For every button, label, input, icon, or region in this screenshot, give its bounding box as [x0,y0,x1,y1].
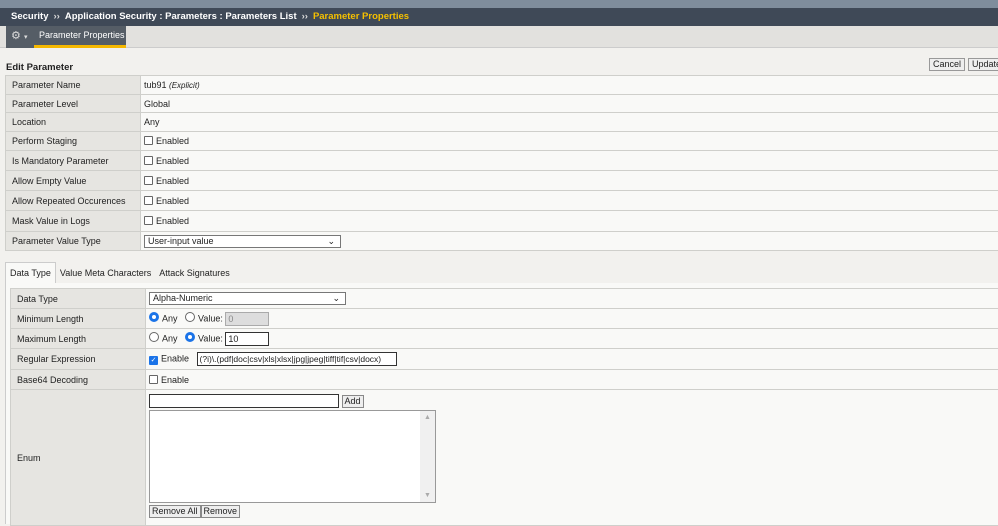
data-type-table: Data TypeAlpha-Numeric⌄ Minimum Length An… [10,288,998,526]
staging-checkbox[interactable] [144,136,153,145]
mask-label: Mask Value in Logs [6,211,141,232]
enabled-label: Enabled [156,156,189,166]
enabled-label: Enabled [156,136,189,146]
max-length-input[interactable]: 10 [225,332,269,346]
enabled-label: Enabled [156,176,189,186]
top-strip [0,0,998,8]
tab-parameter-properties[interactable]: Parameter Properties [34,26,126,48]
min-length-input[interactable]: 0 [225,312,269,326]
breadcrumb: Security››Application Security : Paramet… [0,8,998,26]
breadcrumb-current: Parameter Properties [313,11,409,22]
value-type-label: Parameter Value Type [6,232,141,251]
max-length-label: Maximum Length [11,329,146,349]
value-label: Value: [198,313,223,323]
empty-value-label: Allow Empty Value [6,171,141,191]
repeated-label: Allow Repeated Occurences [6,191,141,211]
mask-checkbox[interactable] [144,216,153,225]
max-any-radio[interactable] [149,332,159,342]
enum-input[interactable] [149,394,339,408]
enabled-label: Enabled [156,216,189,226]
parameter-level-label: Parameter Level [6,95,141,113]
breadcrumb-security[interactable]: Security [11,11,49,22]
tab-value-meta-characters[interactable]: Value Meta Characters [56,263,155,285]
scroll-up-icon[interactable]: ▲ [420,414,435,421]
data-type-label: Data Type [11,289,146,309]
value-label: Value: [198,333,223,343]
scroll-down-icon[interactable]: ▼ [420,492,435,499]
parameter-level-value: Global [141,95,998,113]
location-value: Any [141,113,998,132]
location-label: Location [6,113,141,132]
chevron-down-icon: ⌄ [327,236,335,247]
min-any-radio[interactable] [149,312,159,322]
tab-attack-signatures[interactable]: Attack Signatures [155,263,234,285]
data-type-select[interactable]: Alpha-Numeric⌄ [149,292,346,305]
tab-data-type[interactable]: Data Type [5,262,56,284]
regex-input[interactable]: (?i)\.(pdf|doc|csv|xls|xlsx|jpg|jpeg|tif… [197,352,397,366]
chevron-down-icon: ▾ [24,34,28,41]
any-label: Any [162,313,178,323]
enabled-label: Enabled [156,196,189,206]
chevron-down-icon: ⌄ [332,293,340,304]
tab-bar: ⚙ ▾ Parameter Properties [0,26,998,48]
enum-list[interactable]: ▲▼ [149,410,436,503]
max-value-radio[interactable] [185,332,195,342]
add-button[interactable]: Add [342,395,364,408]
any-label: Any [162,333,178,343]
parameter-name-value: tub91 [144,80,167,90]
explicit-note: (Explicit) [169,81,200,90]
cancel-button[interactable]: Cancel [929,58,965,71]
repeated-checkbox[interactable] [144,196,153,205]
breadcrumb-parameters-list[interactable]: Application Security : Parameters : Para… [65,11,297,22]
min-value-radio[interactable] [185,312,195,322]
scrollbar[interactable]: ▲▼ [420,411,435,502]
regex-label: Regular Expression [11,349,146,370]
parameter-name-label: Parameter Name [6,76,141,95]
parameter-table: Parameter Nametub91 (Explicit) Parameter… [5,75,998,251]
enum-label: Enum [11,390,146,526]
base64-checkbox[interactable] [149,375,158,384]
empty-value-checkbox[interactable] [144,176,153,185]
data-tabs: Data TypeValue Meta CharactersAttack Sig… [5,262,234,284]
mandatory-label: Is Mandatory Parameter [6,151,141,171]
remove-all-button[interactable]: Remove All [149,505,201,518]
page-title: Edit Parameter [6,62,73,73]
regex-checkbox[interactable]: ✓ [149,356,158,365]
staging-label: Perform Staging [6,132,141,151]
remove-button[interactable]: Remove [201,505,241,518]
gear-icon: ⚙ [11,30,21,42]
update-button[interactable]: Update [968,58,998,71]
value-type-select[interactable]: User-input value⌄ [144,235,341,248]
base64-label: Base64 Decoding [11,370,146,390]
gear-menu-button[interactable]: ⚙ ▾ [6,26,34,48]
enable-label: Enable [161,375,189,385]
mandatory-checkbox[interactable] [144,156,153,165]
enable-label: Enable [161,353,189,363]
min-length-label: Minimum Length [11,309,146,329]
